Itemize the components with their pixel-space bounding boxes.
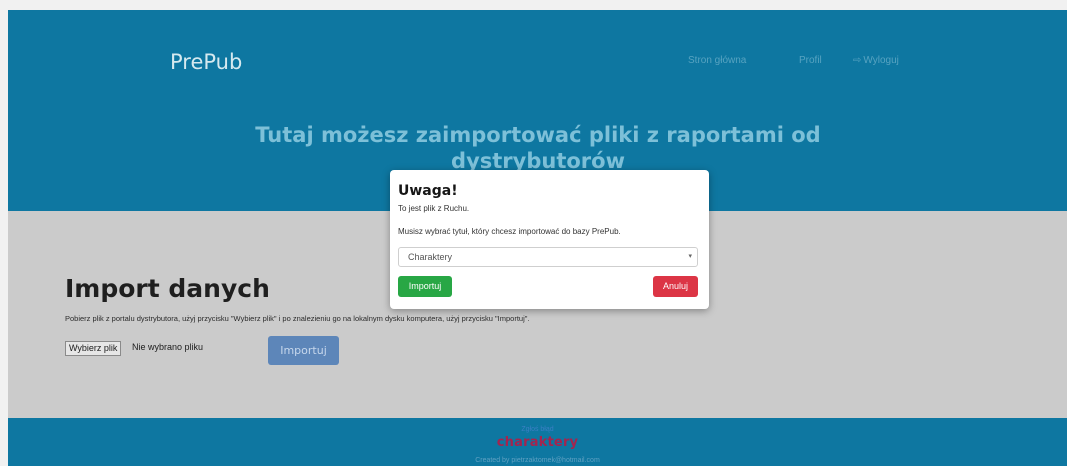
footer: Zgłoś błąd charaktery Created by pietrza…	[8, 418, 1067, 466]
modal-import-button[interactable]: Importuj	[398, 276, 452, 297]
title-select-value: Charaktery	[408, 252, 453, 262]
nav-profile-link[interactable]: Profil	[799, 55, 822, 66]
modal-message-instruction: Musisz wybrać tytuł, który chcesz import…	[398, 227, 621, 236]
import-button[interactable]: Importuj	[268, 336, 339, 365]
modal-title: Uwaga!	[398, 183, 458, 199]
title-select[interactable]: Charaktery ▾	[398, 247, 698, 267]
import-description: Pobierz plik z portalu dystrybutora, uży…	[65, 314, 530, 323]
nav-home-link[interactable]: Stron główna	[688, 55, 746, 66]
footer-logo: charaktery	[496, 435, 579, 450]
modal-message-source: To jest plik z Ruchu.	[398, 204, 470, 213]
footer-credit: Created by pietrzaktomek@hotmail.com	[475, 457, 600, 464]
logout-icon: ⇨	[853, 55, 862, 66]
report-bug-link[interactable]: Zgłoś błąd	[8, 426, 1067, 433]
page: PrePub Stron główna Profil ⇨ Wyloguj Tuta…	[8, 10, 1067, 466]
warning-modal: Uwaga! To jest plik z Ruchu. Musisz wybr…	[390, 170, 709, 309]
page-title: Tutaj możesz zaimportować pliki z raport…	[255, 123, 821, 173]
import-heading: Import danych	[65, 274, 270, 303]
nav-logout-label: Wyloguj	[863, 55, 899, 66]
chevron-down-icon: ▾	[688, 252, 692, 260]
choose-file-button[interactable]: Wybierz plik	[65, 341, 122, 356]
modal-cancel-button[interactable]: Anuluj	[653, 276, 698, 297]
nav-logout-link[interactable]: ⇨ Wyloguj	[853, 55, 899, 66]
file-status: Nie wybrano pliku	[132, 342, 204, 352]
brand-logo[interactable]: PrePub	[170, 50, 242, 74]
